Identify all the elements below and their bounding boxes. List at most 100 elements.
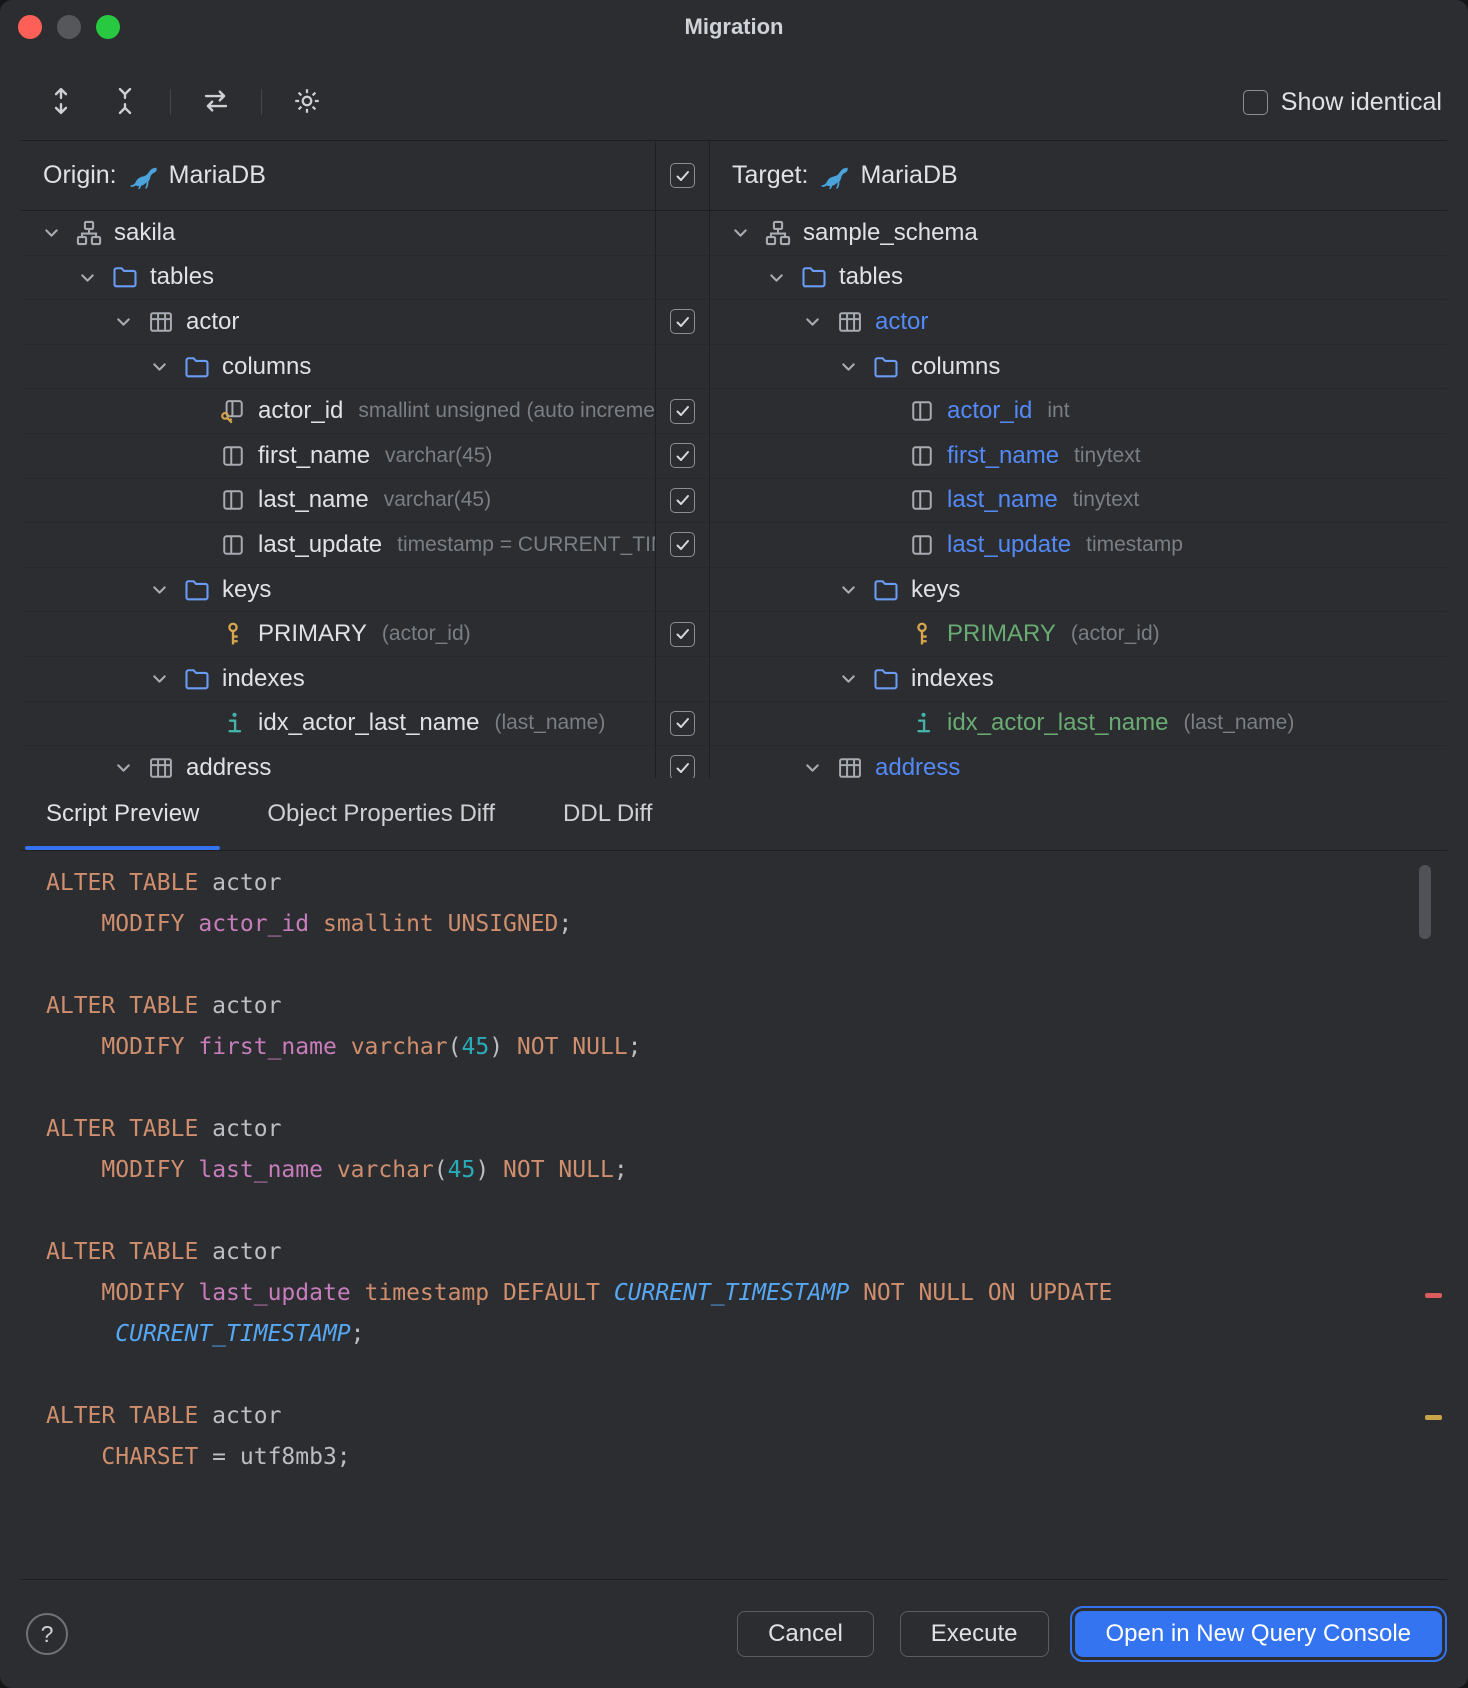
tree-header: Origin: MariaDB Target: MariaDB <box>21 141 1447 211</box>
show-identical-toggle[interactable]: Show identical <box>1242 87 1442 117</box>
chevron-down-icon[interactable] <box>800 755 836 778</box>
script-preview-editor[interactable]: ALTER TABLE actor MODIFY actor_id smalli… <box>21 851 1447 1580</box>
node-hint: (actor_id) <box>1070 622 1160 646</box>
target-node-PRIMARY[interactable]: PRIMARY (actor_id) <box>710 612 1447 657</box>
settings-button[interactable] <box>288 83 326 121</box>
table-icon <box>836 754 864 778</box>
sync-icon <box>201 86 231 119</box>
cancel-button[interactable]: Cancel <box>737 1611 874 1657</box>
open-in-new-query-console-button[interactable]: Open in New Query Console <box>1069 1606 1448 1662</box>
select-all-checkbox[interactable] <box>670 163 695 188</box>
chevron-down-icon[interactable] <box>728 220 764 246</box>
target-node-sample_schema[interactable]: sample_schema <box>710 211 1447 256</box>
chevron-down-icon[interactable] <box>147 354 183 380</box>
row-checkbox[interactable] <box>670 532 695 558</box>
chevron-down-icon[interactable] <box>111 309 147 335</box>
origin-node-last_name[interactable]: last_name varchar(45) <box>21 479 655 524</box>
expand-all-button[interactable] <box>42 83 80 121</box>
target-node-indexes[interactable]: indexes <box>710 657 1447 702</box>
origin-node-actor_id[interactable]: actor_id smallint unsigned (auto increme <box>21 389 655 434</box>
chevron-down-icon[interactable] <box>147 666 183 692</box>
origin-node-tables[interactable]: tables <box>21 256 655 301</box>
origin-node-keys[interactable]: keys <box>21 568 655 613</box>
node-hint: (last_name) <box>494 711 606 735</box>
tab-script-preview[interactable]: Script Preview <box>21 778 224 850</box>
close-window-button[interactable] <box>18 15 42 39</box>
origin-node-sakila[interactable]: sakila <box>21 211 655 256</box>
folder-icon <box>183 665 211 693</box>
target-db-name: MariaDB <box>860 161 958 189</box>
chevron-down-icon[interactable] <box>836 354 872 380</box>
origin-node-last_update[interactable]: last_update timestamp = CURRENT_TIM <box>21 523 655 568</box>
chevron-down-icon[interactable] <box>836 666 872 692</box>
target-node-actor[interactable]: actor <box>710 300 1447 345</box>
node-label: idx_actor_last_name <box>947 709 1169 737</box>
folder-icon <box>183 576 211 604</box>
chevron-down-icon[interactable] <box>75 264 111 290</box>
target-node-columns[interactable]: columns <box>710 345 1447 390</box>
target-node-last_name[interactable]: last_name tinytext <box>710 479 1447 524</box>
execute-button[interactable]: Execute <box>899 1611 1049 1657</box>
target-node-actor_id[interactable]: actor_id int <box>710 389 1447 434</box>
row-checkbox[interactable] <box>670 487 695 513</box>
node-label: actor_id <box>258 397 344 425</box>
target-node-first_name[interactable]: first_name tinytext <box>710 434 1447 479</box>
chevron-down-icon[interactable] <box>147 577 183 603</box>
zoom-window-button[interactable] <box>96 15 120 39</box>
table-icon <box>836 308 864 336</box>
expand-all-icon <box>46 86 76 119</box>
row-checkbox[interactable] <box>670 621 695 647</box>
row-checkbox[interactable] <box>670 710 695 736</box>
row-checkbox[interactable] <box>670 755 695 778</box>
origin-node-idx_actor_last_name[interactable]: idx_actor_last_name (last_name) <box>21 702 655 747</box>
row-check-cell <box>655 389 710 434</box>
table-icon <box>147 754 175 778</box>
help-button[interactable]: ? <box>26 1613 68 1655</box>
show-identical-checkbox[interactable] <box>1242 89 1268 115</box>
origin-node-first_name[interactable]: first_name varchar(45) <box>21 434 655 479</box>
error-stripe-yellow-mark[interactable] <box>1425 1415 1442 1420</box>
target-node-keys[interactable]: keys <box>710 568 1447 613</box>
chevron-down-icon[interactable] <box>764 264 800 290</box>
origin-node-PRIMARY[interactable]: PRIMARY (actor_id) <box>21 612 655 657</box>
show-identical-label: Show identical <box>1280 87 1442 116</box>
target-node-address[interactable]: address <box>710 746 1447 778</box>
minimize-window-button[interactable] <box>57 15 81 39</box>
origin-node-actor[interactable]: actor <box>21 300 655 345</box>
folder-icon <box>111 263 139 291</box>
code-line: ALTER TABLE actor <box>46 993 282 1019</box>
origin-node-address[interactable]: address <box>21 746 655 778</box>
toolbar-icons <box>42 83 326 121</box>
row-check-cell <box>655 612 710 657</box>
sync-button[interactable] <box>197 83 235 121</box>
chevron-down-icon[interactable] <box>800 309 836 335</box>
target-node-last_update[interactable]: last_update timestamp <box>710 523 1447 568</box>
collapse-all-button[interactable] <box>106 83 144 121</box>
chevron-down-icon[interactable] <box>39 220 75 246</box>
chevron-down-icon[interactable] <box>836 577 872 603</box>
row-check-cell <box>655 567 710 613</box>
chevron-down-icon[interactable] <box>111 755 147 778</box>
node-label: actor <box>875 307 929 335</box>
node-label: keys <box>222 575 272 603</box>
node-label: tables <box>839 263 904 291</box>
row-check-cell <box>655 523 710 568</box>
node-hint: tinytext <box>1074 443 1141 467</box>
row-checkbox[interactable] <box>670 398 695 424</box>
column-icon <box>219 531 247 559</box>
error-stripe-red-mark[interactable] <box>1425 1293 1442 1298</box>
select-all-cell <box>655 141 710 210</box>
target-node-tables[interactable]: tables <box>710 256 1447 301</box>
origin-node-indexes[interactable]: indexes <box>21 657 655 702</box>
code-line: MODIFY last_update timestamp DEFAULT CUR… <box>101 1280 1113 1306</box>
row-checkbox[interactable] <box>670 309 695 335</box>
origin-node-columns[interactable]: columns <box>21 345 655 390</box>
target-node-idx_actor_last_name[interactable]: idx_actor_last_name (last_name) <box>710 702 1447 747</box>
row-checkbox[interactable] <box>670 443 695 469</box>
footer-buttons: Cancel Execute Open in New Query Console <box>737 1606 1448 1662</box>
tab-object-properties-diff[interactable]: Object Properties Diff <box>242 778 520 850</box>
tab-ddl-diff[interactable]: DDL Diff <box>538 778 677 850</box>
editor-scrollbar-thumb[interactable] <box>1419 865 1431 939</box>
code-line: CURRENT_TIMESTAMP; <box>115 1321 365 1347</box>
